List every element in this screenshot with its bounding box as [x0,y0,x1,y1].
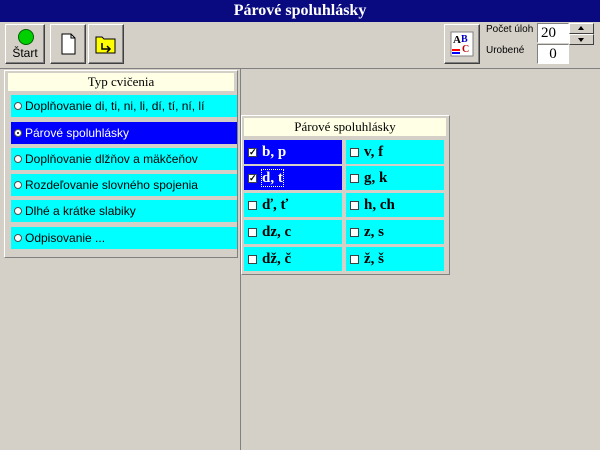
pair-d-t-soft[interactable]: ď, ť [244,193,342,217]
pocet-uloh-label: Počet úloh [486,24,534,35]
abc-font-button[interactable]: A B C [444,24,480,64]
parove-title: Párové spoluhlásky [244,118,446,136]
pair-label: b, p [262,144,287,160]
svg-text:A: A [453,34,461,46]
arrow-down-icon [578,38,584,42]
pair-d-t[interactable]: ✓ d, t [244,166,342,190]
pair-h-ch[interactable]: h, ch [346,193,444,217]
svg-text:C: C [462,44,469,55]
option-label: Dlhé a krátke slabiky [25,204,136,218]
pair-g-k[interactable]: g, k [346,166,444,190]
option-dlzne-mekcene[interactable]: Doplňovanie dlžňov a mäkčeňov [11,148,237,170]
option-rozdelovanie[interactable]: Rozdeľovanie slovného spojenia [11,174,237,196]
radio-icon [14,234,22,242]
pair-z-s[interactable]: z, s [346,220,444,244]
open-folder-button[interactable] [88,24,124,64]
radio-icon [14,181,22,189]
pair-dz-c-soft[interactable]: dž, č [244,247,342,271]
checkbox-icon [350,148,359,157]
typ-cvicenia-title: Typ cvičenia [8,73,234,91]
spin-down-button[interactable] [569,34,594,45]
start-button[interactable]: Štart [5,24,45,64]
checkbox-icon [248,201,257,210]
pair-label: d, t [261,169,284,187]
checkbox-icon [350,174,359,183]
checkbox-checked-icon: ✓ [248,173,257,183]
option-label: Doplňovanie dlžňov a mäkčeňov [25,152,198,166]
abc-font-icon: A B C [450,31,474,57]
pair-label: ž, š [364,251,384,267]
checkbox-checked-icon: ✓ [248,147,257,157]
pocet-uloh-field[interactable]: 20 [537,23,569,43]
typ-cvicenia-panel: Typ cvičenia Doplňovanie di, ti, ni, li,… [4,70,238,258]
pair-z-s-soft[interactable]: ž, š [346,247,444,271]
pair-v-f[interactable]: v, f [346,140,444,164]
checkbox-icon [248,228,257,237]
pair-label: v, f [364,144,384,160]
radio-icon [14,129,22,137]
urobene-field: 0 [537,44,569,64]
option-parove-spoluhlasky[interactable]: Párové spoluhlásky [11,122,237,144]
checkbox-icon [248,255,257,264]
pair-label: dž, č [262,251,292,267]
pair-label: dz, c [262,224,292,240]
toolbar: Štart A B C Počet úloh 20 Urobené 0 [0,22,600,69]
radio-icon [14,207,22,215]
option-label: Odpisovanie ... [25,231,106,245]
green-circle-icon [18,29,34,45]
option-label: Rozdeľovanie slovného spojenia [25,178,198,192]
checkbox-icon [350,228,359,237]
option-label: Doplňovanie di, ti, ni, li, dí, tí, ní, … [25,99,205,113]
pair-dz-c[interactable]: dz, c [244,220,342,244]
pair-label: g, k [364,170,388,186]
option-doplnovanie-di-ti[interactable]: Doplňovanie di, ti, ni, li, dí, tí, ní, … [11,95,237,117]
start-label: Štart [12,46,38,60]
open-folder-icon [95,36,116,54]
radio-icon [14,155,22,163]
window-title: Párové spoluhlásky [0,0,600,22]
pair-label: z, s [364,224,384,240]
parove-spoluhlasky-panel: Párové spoluhlásky ✓ b, p ✓ d, t ď, ť dz… [241,115,450,275]
option-odpisovanie[interactable]: Odpisovanie ... [11,227,237,249]
option-label: Párové spoluhlásky [25,126,130,140]
checkbox-icon [350,201,359,210]
pair-label: ď, ť [262,197,289,213]
spin-up-button[interactable] [569,23,594,34]
radio-icon [14,102,22,110]
checkbox-icon [350,255,359,264]
arrow-up-icon [578,26,584,30]
option-dlhe-kratke[interactable]: Dlhé a krátke slabiky [11,200,237,222]
urobene-label: Urobené [486,45,525,56]
pair-label: h, ch [364,197,395,213]
pair-b-p[interactable]: ✓ b, p [244,140,342,164]
new-document-button[interactable] [50,24,86,64]
new-document-icon [61,33,76,55]
